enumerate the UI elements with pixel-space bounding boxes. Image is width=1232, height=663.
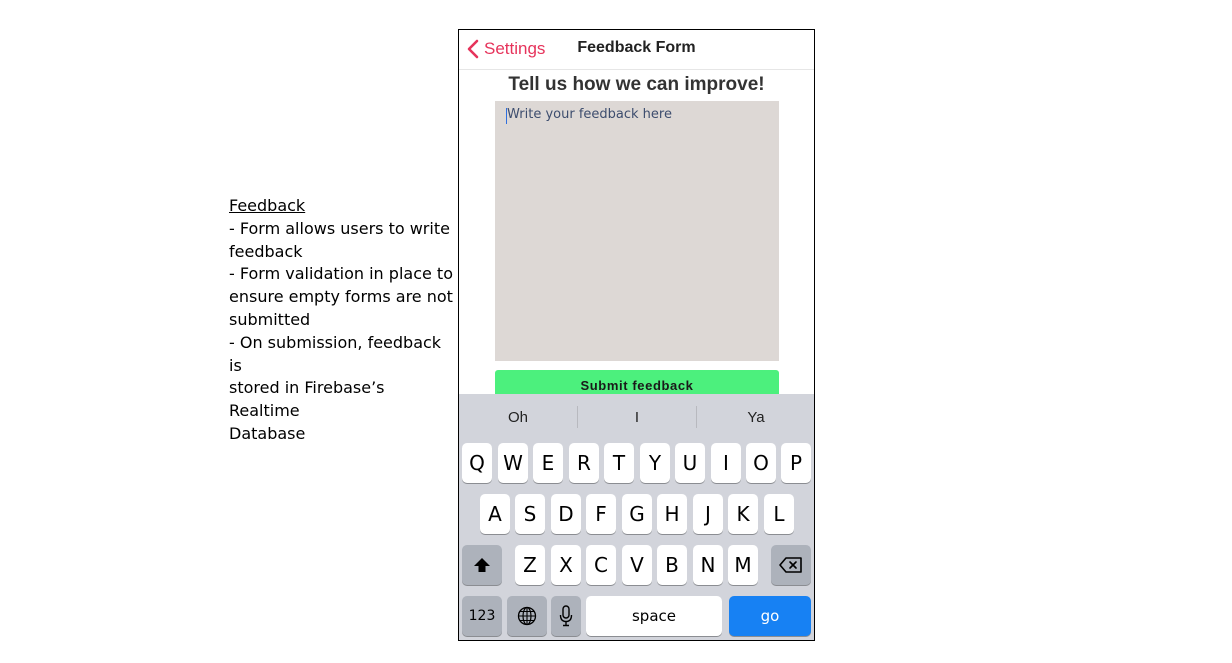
suggestion-bar: Oh I Ya xyxy=(459,394,814,441)
key-m[interactable]: M xyxy=(728,545,758,585)
key-s[interactable]: S xyxy=(515,494,545,534)
key-e[interactable]: E xyxy=(533,443,563,483)
dictation-key[interactable] xyxy=(551,596,581,636)
page-title: Feedback Form xyxy=(577,39,696,56)
key-t[interactable]: T xyxy=(604,443,634,483)
notes-line: Database xyxy=(229,423,306,443)
globe-key[interactable] xyxy=(507,596,547,636)
key-k[interactable]: K xyxy=(728,494,758,534)
key-v[interactable]: V xyxy=(622,545,652,585)
notes-line: ensure empty forms are not xyxy=(229,287,453,307)
go-key[interactable]: go xyxy=(729,596,811,636)
notes-line: - On submission, feedback is xyxy=(229,332,442,375)
key-i[interactable]: I xyxy=(711,443,741,483)
key-p[interactable]: P xyxy=(781,443,811,483)
key-n[interactable]: N xyxy=(693,545,723,585)
microphone-icon xyxy=(559,605,573,627)
key-u[interactable]: U xyxy=(675,443,705,483)
key-g[interactable]: G xyxy=(622,494,652,534)
submit-feedback-button[interactable]: Submit feedback xyxy=(495,370,779,397)
key-x[interactable]: X xyxy=(551,545,581,585)
feedback-textarea[interactable]: Write your feedback here xyxy=(495,101,779,361)
delete-key[interactable] xyxy=(771,545,811,585)
key-o[interactable]: O xyxy=(746,443,776,483)
globe-icon xyxy=(517,606,537,626)
notes-line: - Form validation in place to xyxy=(229,264,453,284)
numbers-key[interactable]: 123 xyxy=(462,596,502,636)
notes-line: submitted xyxy=(229,309,311,329)
notes-line: feedback xyxy=(229,241,303,261)
key-d[interactable]: D xyxy=(551,494,581,534)
key-y[interactable]: Y xyxy=(640,443,670,483)
suggestion-ya[interactable]: Ya xyxy=(697,409,814,426)
suggestion-oh[interactable]: Oh xyxy=(459,409,577,426)
suggestion-i[interactable]: I xyxy=(578,409,696,426)
shift-key[interactable] xyxy=(462,545,502,585)
notes-line: - Form allows users to write xyxy=(229,218,450,238)
notes-line: stored in Firebase’s Realtime xyxy=(229,378,385,421)
shift-arrow-icon xyxy=(474,558,490,572)
annotation-notes: Feedback - Form allows users to write fe… xyxy=(229,195,454,446)
key-r[interactable]: R xyxy=(569,443,599,483)
phone-screen: Settings Feedback Form Tell us how we ca… xyxy=(458,29,815,641)
space-key[interactable]: space xyxy=(586,596,722,636)
form-headline: Tell us how we can improve! xyxy=(508,74,765,95)
key-l[interactable]: L xyxy=(764,494,794,534)
key-q[interactable]: Q xyxy=(462,443,492,483)
key-j[interactable]: J xyxy=(693,494,723,534)
navigation-bar: Settings Feedback Form xyxy=(459,30,814,70)
notes-heading: Feedback xyxy=(229,196,306,215)
key-h[interactable]: H xyxy=(657,494,687,534)
key-c[interactable]: C xyxy=(586,545,616,585)
key-a[interactable]: A xyxy=(480,494,510,534)
backspace-icon xyxy=(779,557,802,573)
on-screen-keyboard: Oh I Ya Q W E R T Y U I O P A S D F G H … xyxy=(459,394,814,640)
feedback-placeholder: Write your feedback here xyxy=(507,107,672,122)
key-w[interactable]: W xyxy=(498,443,528,483)
key-f[interactable]: F xyxy=(586,494,616,534)
key-b[interactable]: B xyxy=(657,545,687,585)
key-z[interactable]: Z xyxy=(515,545,545,585)
